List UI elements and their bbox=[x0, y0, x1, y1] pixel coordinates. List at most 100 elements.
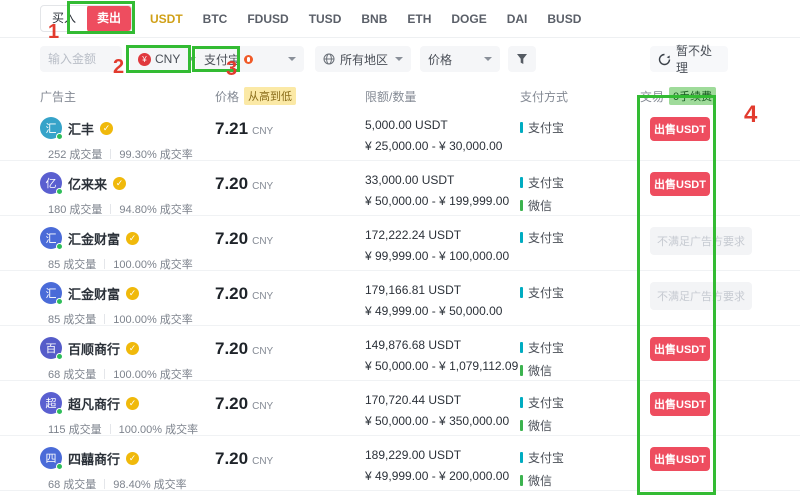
action-cell: 出售USDT bbox=[640, 392, 760, 437]
stats-divider bbox=[110, 424, 111, 434]
avatar: 超 bbox=[40, 392, 62, 414]
action-cell: 出售USDT bbox=[640, 172, 760, 217]
payment-tag: 支付宝 bbox=[520, 284, 640, 301]
table-row: 汇 汇金财富 ✓ 85 成交量 100.00% 成交率 7.20CNY 172,… bbox=[0, 216, 800, 271]
sell-usdt-button[interactable]: 出售USDT bbox=[650, 172, 710, 196]
tab-coin-tusd[interactable]: TUSD bbox=[309, 12, 342, 26]
refresh-button[interactable]: 暂不处理 bbox=[650, 46, 728, 72]
online-status-dot bbox=[56, 133, 63, 140]
sell-usdt-button[interactable]: 出售USDT bbox=[650, 337, 710, 361]
avatar: 四 bbox=[40, 447, 62, 469]
header-trade: 交易 bbox=[640, 88, 664, 105]
payment-filter-select[interactable]: 支付宝 bbox=[196, 46, 304, 72]
table-row: 超 超凡商行 ✓ 115 成交量 100.00% 成交率 7.20CNY 170… bbox=[0, 381, 800, 436]
action-cell: 不满足广告方要求 bbox=[640, 282, 760, 327]
coin-tabs: USDT BTC FDUSD TUSD BNB ETH DOGE DAI BUSD bbox=[150, 12, 581, 26]
tab-coin-bnb[interactable]: BNB bbox=[361, 12, 387, 26]
chevron-down-icon bbox=[395, 57, 403, 61]
hot-icon bbox=[244, 55, 253, 64]
payment-color-bar bbox=[520, 122, 523, 133]
sell-usdt-button[interactable]: 出售USDT bbox=[650, 447, 710, 471]
online-status-dot bbox=[56, 298, 63, 305]
tab-sell[interactable]: 卖出 bbox=[87, 5, 131, 32]
online-status-dot bbox=[56, 408, 63, 415]
advertiser-name[interactable]: 汇丰 bbox=[68, 119, 94, 138]
avatar-initial: 亿 bbox=[46, 175, 57, 191]
more-filters-button[interactable] bbox=[508, 46, 536, 72]
tab-coin-dai[interactable]: DAI bbox=[507, 12, 528, 26]
verified-badge-icon: ✓ bbox=[113, 177, 126, 190]
avatar: 亿 bbox=[40, 172, 62, 194]
fiat-select[interactable]: ¥ CNY bbox=[130, 46, 190, 72]
amount-input[interactable] bbox=[40, 46, 122, 72]
available-amount: 149,876.68 USDT bbox=[365, 338, 520, 352]
avatar-initial: 汇 bbox=[46, 285, 57, 301]
trade-count: 85 成交量 bbox=[48, 256, 96, 272]
p2p-trade-page: 买入 卖出 USDTBTCFDUSDTUSDBNBETHDOGEDAIBUSD … bbox=[0, 0, 800, 502]
chevron-down-icon bbox=[288, 57, 296, 61]
price-currency: CNY bbox=[252, 126, 273, 137]
order-limit: ¥ 99,999.00 - ¥ 100,000.00 bbox=[365, 249, 520, 263]
payment-cell: 支付宝 bbox=[520, 216, 640, 272]
order-limit: ¥ 49,999.00 - ¥ 50,000.00 bbox=[365, 304, 520, 318]
price-cell: 7.20CNY bbox=[215, 216, 365, 272]
payment-color-bar bbox=[520, 397, 523, 408]
order-limit: ¥ 50,000.00 - ¥ 199,999.00 bbox=[365, 194, 520, 208]
verified-badge-icon: ✓ bbox=[126, 287, 139, 300]
funnel-icon bbox=[516, 53, 528, 65]
price-value: 7.20 bbox=[215, 394, 248, 413]
advertiser-name[interactable]: 超凡商行 bbox=[68, 394, 120, 413]
limit-amount-cell: 149,876.68 USDT ¥ 50,000.00 - ¥ 1,079,11… bbox=[365, 326, 520, 382]
price-currency: CNY bbox=[252, 291, 273, 302]
table-row: 汇 汇金财富 ✓ 85 成交量 100.00% 成交率 7.20CNY 179,… bbox=[0, 271, 800, 326]
trade-count: 115 成交量 bbox=[48, 421, 102, 437]
payment-color-bar bbox=[520, 287, 523, 298]
available-amount: 170,720.44 USDT bbox=[365, 393, 520, 407]
advertiser-name[interactable]: 汇金财富 bbox=[68, 284, 120, 303]
table-row: 亿 亿来来 ✓ 180 成交量 94.80% 成交率 7.20CNY 33,00… bbox=[0, 161, 800, 216]
stats-divider bbox=[110, 149, 111, 159]
advertiser-name[interactable]: 汇金财富 bbox=[68, 229, 120, 248]
payment-color-bar bbox=[520, 452, 523, 463]
payment-color-bar bbox=[520, 365, 523, 376]
price-cell: 7.20CNY bbox=[215, 326, 365, 382]
avatar: 汇 bbox=[40, 227, 62, 249]
tab-coin-usdt[interactable]: USDT bbox=[150, 12, 183, 26]
payment-color-bar bbox=[520, 232, 523, 243]
completion-rate: 94.80% 成交率 bbox=[119, 201, 192, 217]
sell-usdt-button[interactable]: 出售USDT bbox=[650, 117, 710, 141]
buy-sell-toggle: 买入 卖出 bbox=[40, 5, 132, 32]
tab-coin-fdusd[interactable]: FDUSD bbox=[247, 12, 288, 26]
avatar-initial: 百 bbox=[46, 340, 57, 356]
tab-coin-eth[interactable]: ETH bbox=[407, 12, 431, 26]
tab-buy[interactable]: 买入 bbox=[41, 6, 87, 31]
advertiser-name[interactable]: 四囍商行 bbox=[68, 449, 120, 468]
limit-amount-cell: 5,000.00 USDT ¥ 25,000.00 - ¥ 30,000.00 bbox=[365, 106, 520, 162]
disabled-action-label: 不满足广告方要求 bbox=[650, 282, 752, 310]
sell-usdt-button[interactable]: 出售USDT bbox=[650, 392, 710, 416]
advertiser-name[interactable]: 百顺商行 bbox=[68, 339, 120, 358]
price-sort-tag[interactable]: 从高到低 bbox=[244, 87, 296, 105]
payment-tag: 支付宝 bbox=[520, 339, 640, 356]
advertiser-name[interactable]: 亿来来 bbox=[68, 174, 107, 193]
header-advertiser: 广告主 bbox=[40, 88, 215, 105]
action-cell: 出售USDT bbox=[640, 337, 760, 382]
region-select[interactable]: 所有地区 bbox=[315, 46, 411, 72]
price-sort-select[interactable]: 价格 bbox=[420, 46, 500, 72]
price-cell: 7.20CNY bbox=[215, 161, 365, 217]
header-limit-amount: 限额/数量 bbox=[365, 88, 520, 105]
cny-coin-icon: ¥ bbox=[138, 53, 151, 66]
payment-tag: 支付宝 bbox=[520, 174, 640, 191]
price-currency: CNY bbox=[252, 236, 273, 247]
tab-coin-busd[interactable]: BUSD bbox=[547, 12, 581, 26]
completion-rate: 100.00% 成交率 bbox=[113, 311, 192, 327]
tab-coin-doge[interactable]: DOGE bbox=[451, 12, 486, 26]
avatar-initial: 四 bbox=[46, 450, 57, 466]
advertiser-cell: 百 百顺商行 ✓ 68 成交量 100.00% 成交率 bbox=[40, 326, 215, 382]
price-cell: 7.21CNY bbox=[215, 106, 365, 162]
completion-rate: 98.40% 成交率 bbox=[113, 476, 186, 492]
tab-coin-btc[interactable]: BTC bbox=[203, 12, 228, 26]
payment-cell: 支付宝微信 bbox=[520, 436, 640, 492]
order-limit: ¥ 49,999.00 - ¥ 200,000.00 bbox=[365, 469, 520, 483]
filter-bar: ¥ CNY 支付宝 所有地区 价格 bbox=[0, 46, 800, 72]
